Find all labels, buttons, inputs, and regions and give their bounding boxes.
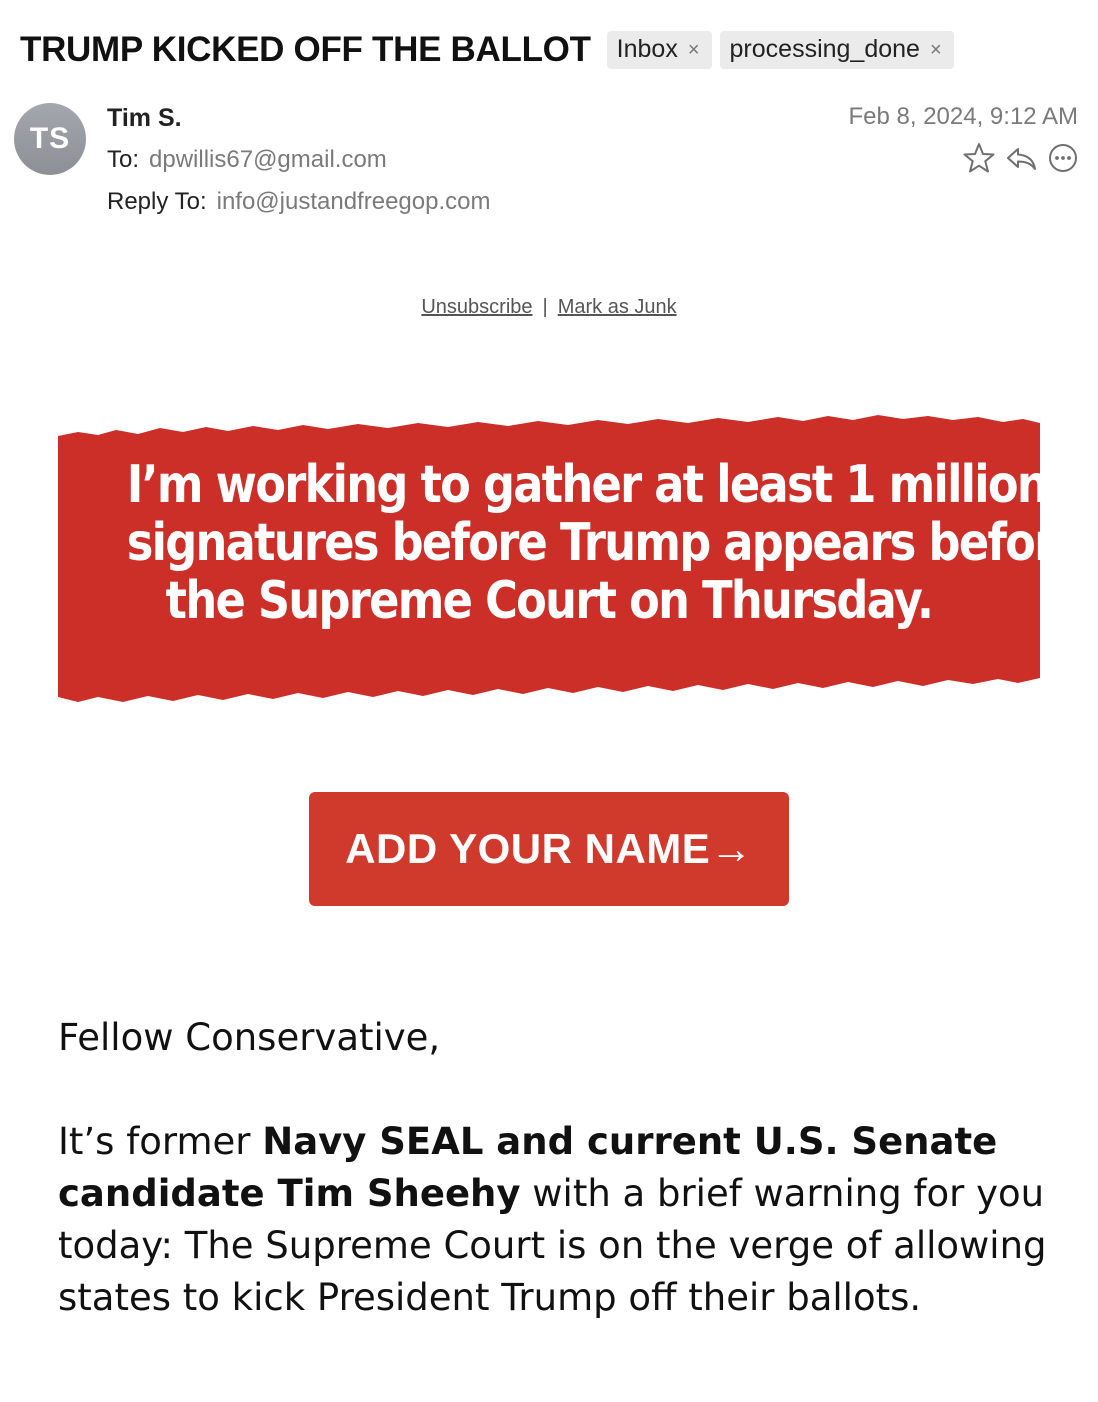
avatar: TS [14,103,86,175]
label-text: processing_done [729,35,920,63]
paragraph-text: It’s former [58,1120,263,1163]
banner-line: I’m working to gather at least 1 million [126,455,1049,515]
unsubscribe-bar: Unsubscribe | Mark as Junk [0,296,1098,319]
add-your-name-button[interactable]: ADD YOUR NAME→ [309,792,789,906]
label-list: Inbox × processing_done × [606,31,954,69]
more-icon[interactable] [1046,141,1080,175]
unsubscribe-link[interactable]: Unsubscribe [421,296,532,318]
star-icon[interactable] [962,141,996,175]
label-chip-processing-done[interactable]: processing_done × [719,31,954,69]
email-subject: TRUMP KICKED OFF THE BALLOT [20,30,591,69]
to-address[interactable]: dpwillis67@gmail.com [149,146,387,173]
body-paragraph: It’s former Navy SEAL and current U.S. S… [58,1116,1048,1324]
banner-headline: I’m working to gather at least 1 million… [126,455,1085,631]
reply-icon[interactable] [1004,141,1038,175]
sender-name[interactable]: Tim S. [107,104,182,133]
banner-line: the Supreme Court on Thursday. [165,571,934,631]
reply-to-label: Reply To: [107,188,207,215]
greeting: Fellow Conservative, [58,1016,441,1059]
reply-to-address[interactable]: info@justandfreegop.com [217,188,491,215]
headline-banner[interactable]: I’m working to gather at least 1 million… [58,408,1085,708]
link-separator: | [542,296,548,318]
mark-as-junk-link[interactable]: Mark as Junk [558,296,677,318]
email-date: Feb 8, 2024, 9:12 AM [848,103,1079,130]
message-actions [962,141,1080,175]
to-line: To: dpwillis67@gmail.com [107,146,387,174]
label-chip-inbox[interactable]: Inbox × [606,31,712,69]
remove-label-icon[interactable]: × [930,40,942,60]
remove-label-icon[interactable]: × [688,40,700,60]
banner-line: signatures before Trump appears before [126,513,1085,573]
reply-to-line: Reply To: info@justandfreegop.com [107,188,490,216]
label-text: Inbox [616,35,678,63]
subject-row: TRUMP KICKED OFF THE BALLOT Inbox × proc… [20,30,954,70]
to-label: To: [107,146,140,173]
